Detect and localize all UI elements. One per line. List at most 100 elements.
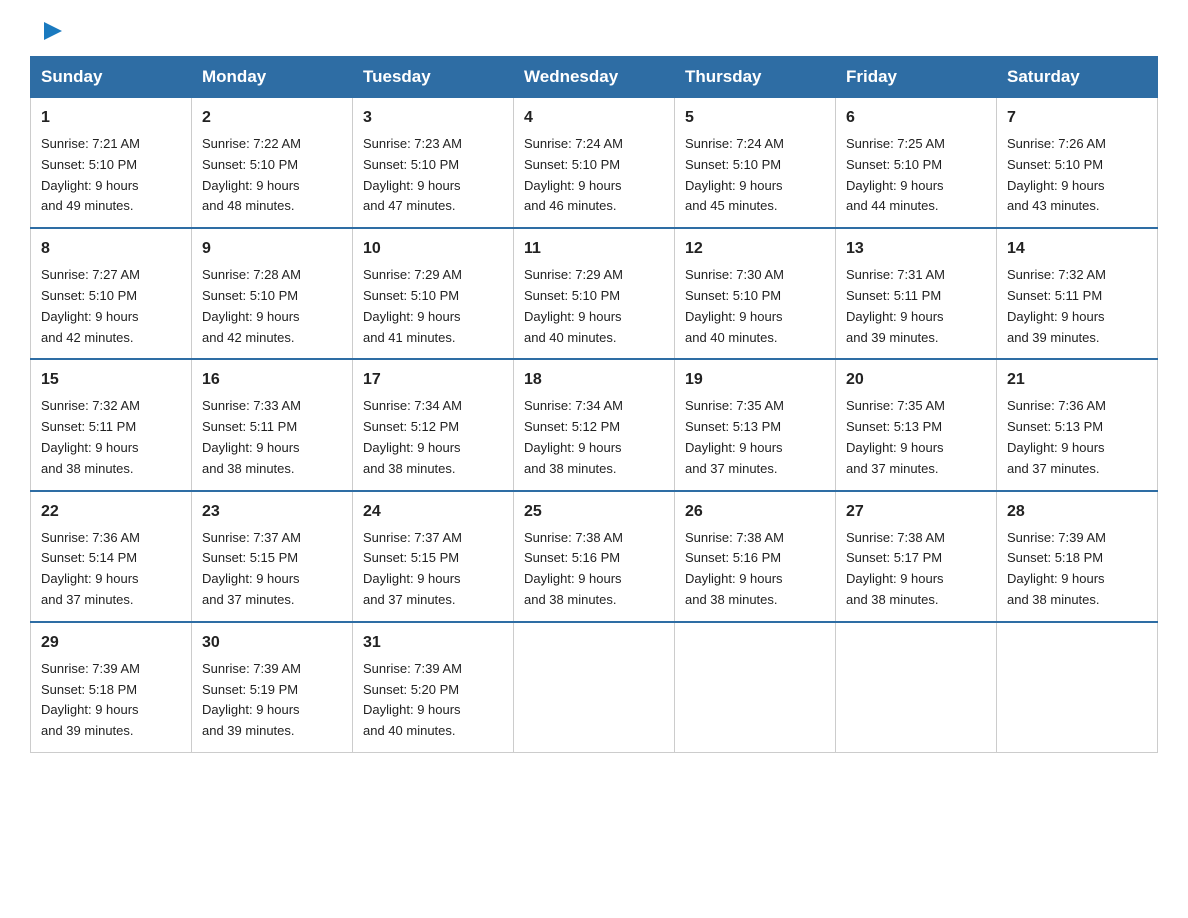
weekday-header-friday: Friday [836,57,997,98]
calendar-cell: 2 Sunrise: 7:22 AMSunset: 5:10 PMDaylight… [192,98,353,229]
calendar-cell: 17 Sunrise: 7:34 AMSunset: 5:12 PMDayligh… [353,359,514,490]
calendar-week-row: 8 Sunrise: 7:27 AMSunset: 5:10 PMDaylight… [31,228,1158,359]
day-number: 27 [846,500,986,524]
calendar-week-row: 1 Sunrise: 7:21 AMSunset: 5:10 PMDaylight… [31,98,1158,229]
calendar-cell: 13Sunrise: 7:31 AMSunset: 5:11 PMDayligh… [836,228,997,359]
logo-triangle-icon [44,22,62,40]
weekday-header-thursday: Thursday [675,57,836,98]
day-info: Sunrise: 7:21 AMSunset: 5:10 PMDaylight:… [41,134,181,217]
calendar-cell: 6 Sunrise: 7:25 AMSunset: 5:10 PMDaylight… [836,98,997,229]
day-info: Sunrise: 7:34 AMSunset: 5:12 PMDaylight:… [363,396,503,479]
day-info: Sunrise: 7:27 AMSunset: 5:10 PMDaylight:… [41,265,181,348]
calendar-cell: 22 Sunrise: 7:36 AMSunset: 5:14 PMDayligh… [31,491,192,622]
calendar-cell: 10Sunrise: 7:29 AMSunset: 5:10 PMDayligh… [353,228,514,359]
calendar-cell: 1 Sunrise: 7:21 AMSunset: 5:10 PMDaylight… [31,98,192,229]
day-number: 25 [524,500,664,524]
calendar-cell: 29 Sunrise: 7:39 AMSunset: 5:18 PMDayligh… [31,622,192,753]
day-number: 4 [524,106,664,130]
calendar-cell: 7Sunrise: 7:26 AMSunset: 5:10 PMDaylight… [997,98,1158,229]
day-info: Sunrise: 7:39 AMSunset: 5:18 PMDaylight:… [41,659,181,742]
day-info: Sunrise: 7:24 AMSunset: 5:10 PMDaylight:… [685,134,825,217]
day-info: Sunrise: 7:34 AMSunset: 5:12 PMDaylight:… [524,396,664,479]
day-number: 9 [202,237,342,261]
day-info: Sunrise: 7:29 AMSunset: 5:10 PMDaylight:… [524,265,664,348]
calendar-cell: 18 Sunrise: 7:34 AMSunset: 5:12 PMDayligh… [514,359,675,490]
day-number: 13 [846,237,986,261]
calendar-cell [997,622,1158,753]
day-number: 21 [1007,368,1147,392]
day-number: 11 [524,237,664,261]
day-info: Sunrise: 7:33 AMSunset: 5:11 PMDaylight:… [202,396,342,479]
calendar-cell: 24 Sunrise: 7:37 AMSunset: 5:15 PMDayligh… [353,491,514,622]
calendar-cell: 8 Sunrise: 7:27 AMSunset: 5:10 PMDaylight… [31,228,192,359]
day-number: 29 [41,631,181,655]
day-info: Sunrise: 7:29 AMSunset: 5:10 PMDaylight:… [363,265,503,348]
day-info: Sunrise: 7:38 AMSunset: 5:16 PMDaylight:… [685,528,825,611]
day-number: 7 [1007,106,1147,130]
day-number: 3 [363,106,503,130]
day-info: Sunrise: 7:32 AMSunset: 5:11 PMDaylight:… [1007,265,1147,348]
day-info: Sunrise: 7:30 AMSunset: 5:10 PMDaylight:… [685,265,825,348]
day-number: 23 [202,500,342,524]
day-number: 8 [41,237,181,261]
calendar-cell: 31 Sunrise: 7:39 AMSunset: 5:20 PMDayligh… [353,622,514,753]
logo [30,20,62,40]
day-number: 12 [685,237,825,261]
weekday-header-saturday: Saturday [997,57,1158,98]
calendar-table: SundayMondayTuesdayWednesdayThursdayFrid… [30,56,1158,753]
calendar-cell: 11 Sunrise: 7:29 AMSunset: 5:10 PMDayligh… [514,228,675,359]
day-number: 20 [846,368,986,392]
calendar-cell: 19Sunrise: 7:35 AMSunset: 5:13 PMDayligh… [675,359,836,490]
calendar-cell: 9 Sunrise: 7:28 AMSunset: 5:10 PMDaylight… [192,228,353,359]
day-info: Sunrise: 7:24 AMSunset: 5:10 PMDaylight:… [524,134,664,217]
day-number: 5 [685,106,825,130]
calendar-cell: 3Sunrise: 7:23 AMSunset: 5:10 PMDaylight… [353,98,514,229]
calendar-cell: 30Sunrise: 7:39 AMSunset: 5:19 PMDayligh… [192,622,353,753]
day-number: 22 [41,500,181,524]
day-info: Sunrise: 7:38 AMSunset: 5:16 PMDaylight:… [524,528,664,611]
calendar-cell: 25 Sunrise: 7:38 AMSunset: 5:16 PMDayligh… [514,491,675,622]
day-info: Sunrise: 7:39 AMSunset: 5:19 PMDaylight:… [202,659,342,742]
day-info: Sunrise: 7:32 AMSunset: 5:11 PMDaylight:… [41,396,181,479]
calendar-week-row: 29 Sunrise: 7:39 AMSunset: 5:18 PMDayligh… [31,622,1158,753]
day-number: 14 [1007,237,1147,261]
calendar-cell: 14 Sunrise: 7:32 AMSunset: 5:11 PMDayligh… [997,228,1158,359]
calendar-cell: 12 Sunrise: 7:30 AMSunset: 5:10 PMDayligh… [675,228,836,359]
day-info: Sunrise: 7:22 AMSunset: 5:10 PMDaylight:… [202,134,342,217]
day-info: Sunrise: 7:37 AMSunset: 5:15 PMDaylight:… [363,528,503,611]
calendar-cell: 20 Sunrise: 7:35 AMSunset: 5:13 PMDayligh… [836,359,997,490]
day-number: 31 [363,631,503,655]
day-info: Sunrise: 7:39 AMSunset: 5:20 PMDaylight:… [363,659,503,742]
day-info: Sunrise: 7:37 AMSunset: 5:15 PMDaylight:… [202,528,342,611]
calendar-cell [675,622,836,753]
calendar-cell [836,622,997,753]
day-number: 17 [363,368,503,392]
calendar-header-row: SundayMondayTuesdayWednesdayThursdayFrid… [31,57,1158,98]
day-number: 15 [41,368,181,392]
weekday-header-sunday: Sunday [31,57,192,98]
day-info: Sunrise: 7:36 AMSunset: 5:14 PMDaylight:… [41,528,181,611]
calendar-cell: 26Sunrise: 7:38 AMSunset: 5:16 PMDayligh… [675,491,836,622]
calendar-cell: 21 Sunrise: 7:36 AMSunset: 5:13 PMDayligh… [997,359,1158,490]
day-number: 19 [685,368,825,392]
weekday-header-tuesday: Tuesday [353,57,514,98]
day-info: Sunrise: 7:36 AMSunset: 5:13 PMDaylight:… [1007,396,1147,479]
calendar-cell: 16 Sunrise: 7:33 AMSunset: 5:11 PMDayligh… [192,359,353,490]
day-number: 2 [202,106,342,130]
day-number: 1 [41,106,181,130]
day-info: Sunrise: 7:38 AMSunset: 5:17 PMDaylight:… [846,528,986,611]
day-number: 16 [202,368,342,392]
day-number: 28 [1007,500,1147,524]
calendar-cell: 27 Sunrise: 7:38 AMSunset: 5:17 PMDayligh… [836,491,997,622]
day-number: 18 [524,368,664,392]
calendar-cell [514,622,675,753]
day-info: Sunrise: 7:25 AMSunset: 5:10 PMDaylight:… [846,134,986,217]
calendar-cell: 15 Sunrise: 7:32 AMSunset: 5:11 PMDayligh… [31,359,192,490]
day-info: Sunrise: 7:28 AMSunset: 5:10 PMDaylight:… [202,265,342,348]
day-info: Sunrise: 7:39 AMSunset: 5:18 PMDaylight:… [1007,528,1147,611]
calendar-cell: 4 Sunrise: 7:24 AMSunset: 5:10 PMDaylight… [514,98,675,229]
day-info: Sunrise: 7:35 AMSunset: 5:13 PMDaylight:… [846,396,986,479]
calendar-cell: 5 Sunrise: 7:24 AMSunset: 5:10 PMDaylight… [675,98,836,229]
day-number: 24 [363,500,503,524]
day-number: 6 [846,106,986,130]
